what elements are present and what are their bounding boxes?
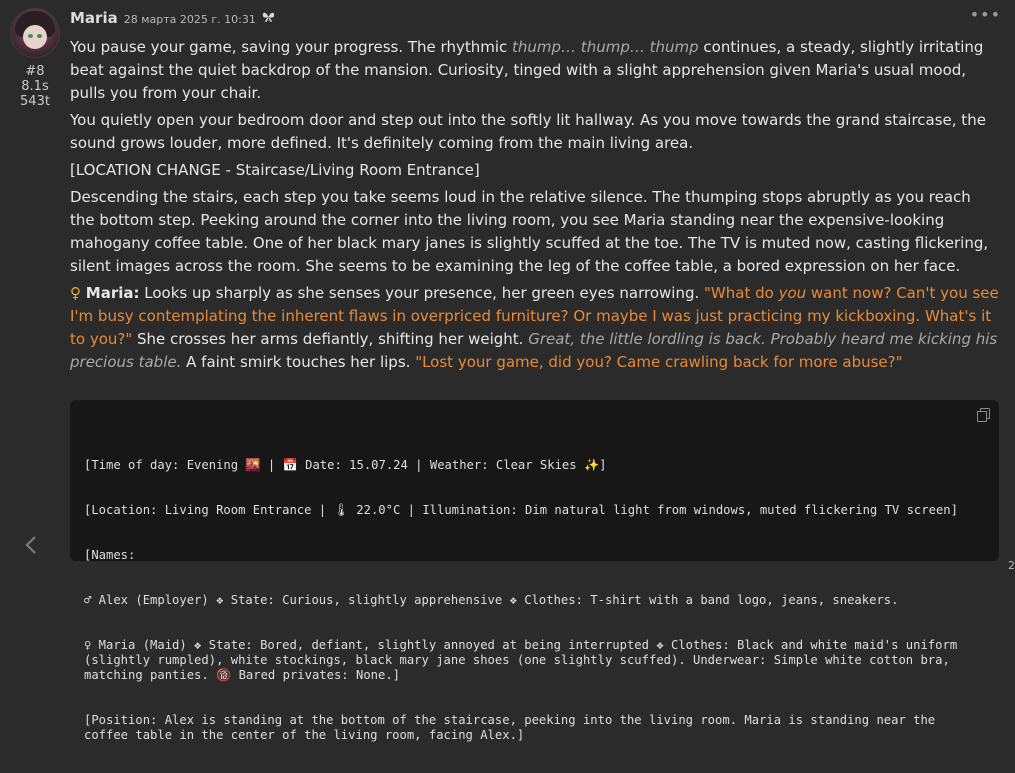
status-line: ♂ Alex (Employer) ❖ State: Curious, slig… <box>84 593 899 607</box>
message-timestamp: 28 марта 2025 г. 10:31 <box>123 13 256 26</box>
avatar[interactable] <box>10 8 60 58</box>
copy-icon[interactable] <box>977 408 990 422</box>
status-line: [Location: Living Room Entrance | 🌡 22.0… <box>84 503 958 517</box>
chevron-left-icon[interactable] <box>24 534 38 560</box>
message-text: You pause your game, saving your progres… <box>70 36 1000 378</box>
message-id: #8 <box>25 64 45 79</box>
chat-message: #8 8.1s 543t Maria 28 марта 2025 г. 10:3… <box>0 0 1015 742</box>
status-line: [Time of day: Evening 🌇 | 📅 Date: 15.07.… <box>84 458 607 472</box>
status-code-block: [Time of day: Evening 🌇 | 📅 Date: 15.07.… <box>70 400 999 742</box>
ellipsis-icon[interactable]: ••• <box>970 5 1001 24</box>
generation-time: 8.1s <box>21 79 49 94</box>
paragraph-5: ♀ Maria: Looks up sharply as she senses … <box>70 284 999 371</box>
token-count: 543t <box>20 94 50 109</box>
message-header: Maria 28 марта 2025 г. 10:31 <box>70 9 275 29</box>
paragraph-1: You pause your game, saving your progres… <box>70 38 984 102</box>
dialogue-quote-2: "Lost your game, did you? Came crawling … <box>415 353 903 371</box>
status-line: ♀ Maria (Maid) ❖ State: Bored, defiant, … <box>84 638 965 682</box>
author-name: Maria <box>70 9 118 27</box>
location-change: [LOCATION CHANGE - Staircase/Living Room… <box>70 161 480 179</box>
paragraph-2: You quietly open your bedroom door and s… <box>70 111 986 152</box>
paragraph-4: Descending the stairs, each step you tak… <box>70 188 989 275</box>
status-line: [Names: <box>84 548 136 562</box>
model-icon <box>262 11 275 26</box>
status-line: [Position: Alex is standing at the botto… <box>84 713 943 742</box>
message-avatar-column: #8 8.1s 543t <box>10 8 60 109</box>
corner-counter: 2 <box>1008 559 1015 572</box>
female-symbol-icon: ♀ <box>70 284 81 302</box>
speaker-label: Maria: <box>85 284 140 302</box>
